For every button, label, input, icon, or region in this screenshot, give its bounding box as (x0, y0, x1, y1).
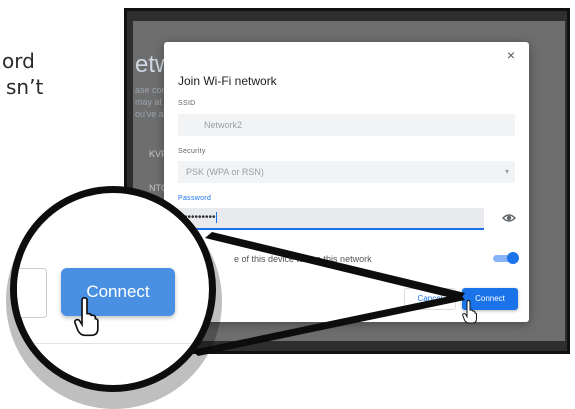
eye-icon[interactable] (502, 213, 516, 223)
description-line: ase con (135, 85, 167, 95)
share-network-toggle[interactable] (493, 252, 519, 264)
chevron-down-icon: ▾ (504, 167, 509, 176)
text-caret (215, 211, 217, 223)
ssid-label: SSID (178, 100, 196, 107)
background-text-line2: sn’t (6, 75, 44, 99)
security-value: PSK (WPA or RSN) (186, 167, 264, 177)
magnifier-circle: Connect (10, 186, 216, 392)
security-select[interactable]: PSK (WPA or RSN) ▾ (178, 161, 515, 183)
ssid-value: Network2 (204, 120, 243, 130)
share-network-text: e of this device to use this network (234, 254, 372, 264)
hand-pointer-icon (462, 300, 477, 324)
cancel-button[interactable]: Cancel (404, 288, 456, 310)
hand-pointer-icon (73, 297, 99, 337)
background-text-line1: ord (2, 49, 35, 73)
password-input[interactable]: ••••••••• (178, 208, 484, 230)
password-label: Password (178, 195, 212, 202)
toggle-knob (507, 252, 519, 264)
magnified-divider (17, 343, 209, 344)
dialog-title: Join Wi-Fi network (178, 74, 277, 88)
description-line: may al (135, 97, 162, 107)
close-icon[interactable]: × (503, 45, 519, 65)
magnified-cancel-button (17, 268, 47, 318)
ssid-input[interactable]: Network2 (178, 114, 515, 136)
security-label: Security (178, 148, 206, 155)
